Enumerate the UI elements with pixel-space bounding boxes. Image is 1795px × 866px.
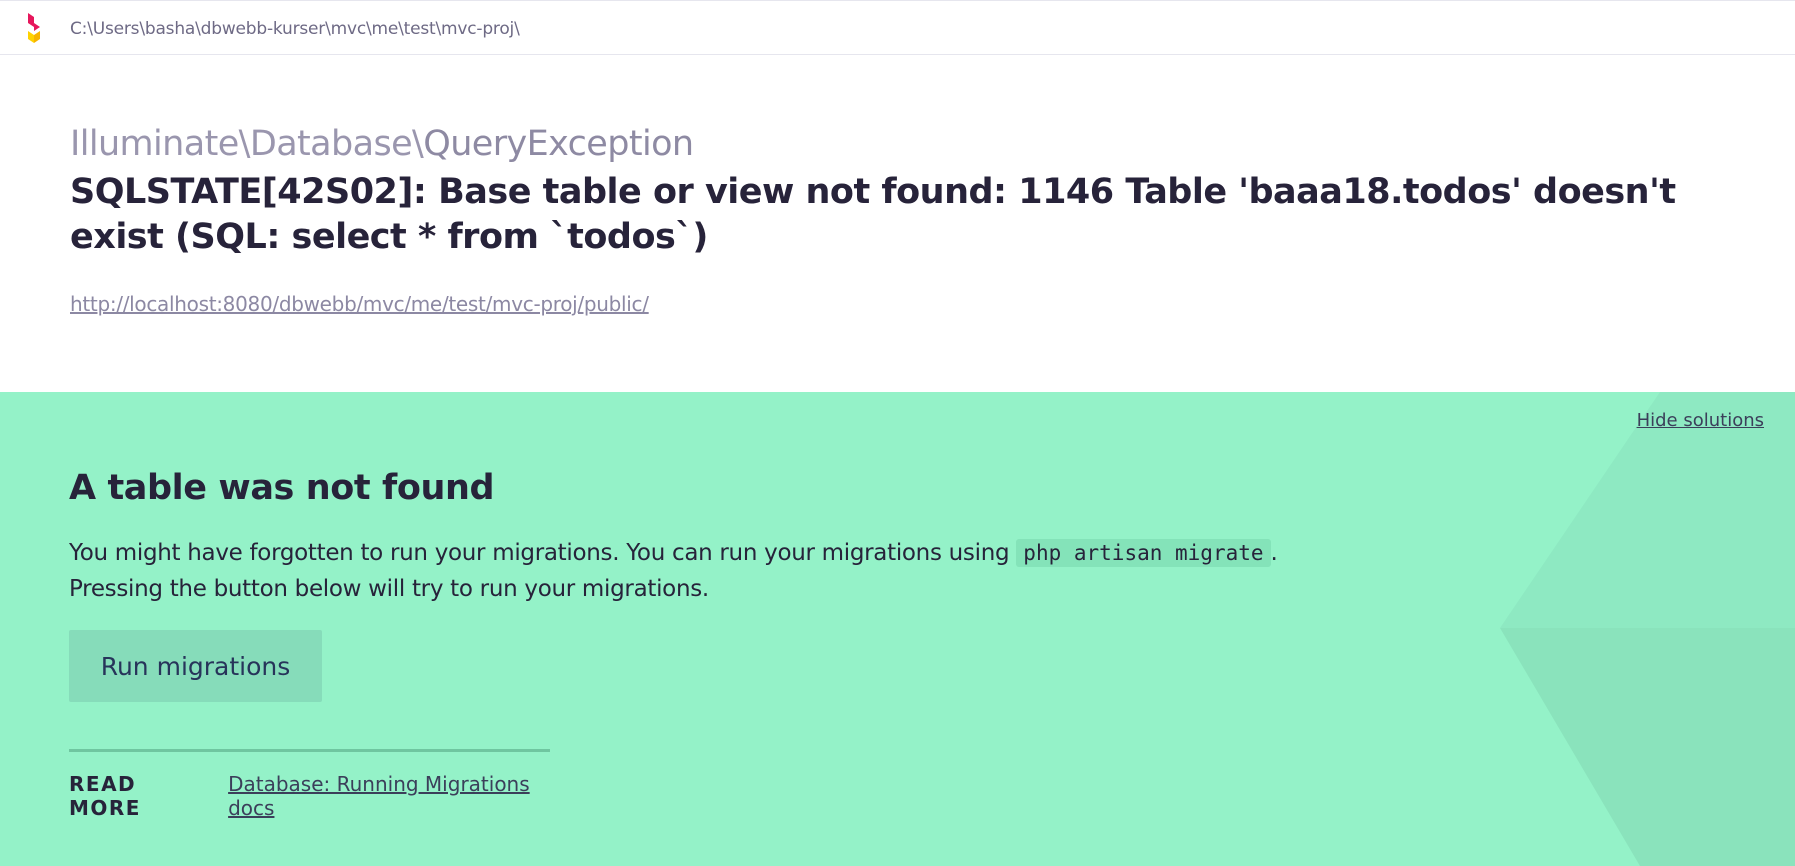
error-header: Illuminate\Database\QueryException SQLST… [70,122,1750,260]
solution-description: You might have forgotten to run your mig… [69,535,1369,607]
solution-description-text: You might have forgotten to run your mig… [69,540,1017,566]
request-url-link[interactable]: http://localhost:8080/dbwebb/mvc/me/test… [70,292,649,316]
exception-class: Illuminate\Database\QueryException [70,122,1750,166]
read-more-section: READ MORE Database: Running Migrations d… [69,749,550,820]
read-more-label: READ MORE [69,772,141,820]
solution-panel: Hide solutions A table was not found You… [0,392,1795,866]
hide-solutions-link[interactable]: Hide solutions [1637,410,1764,431]
file-path: C:\Users\basha\dbwebb-kurser\mvc\me\test… [70,19,520,39]
migrate-command: php artisan migrate [1016,539,1271,567]
top-bar: C:\Users\basha\dbwebb-kurser\mvc\me\test… [0,0,1795,55]
solution-description-line2: Pressing the button below will try to ru… [69,576,709,602]
exception-namespace: Illuminate\Database\ [70,124,424,164]
migrations-docs-link[interactable]: Database: Running Migrations docs [228,772,550,820]
solution-description-end: . [1270,540,1278,566]
exception-class-name: QueryException [423,124,694,164]
exception-message: SQLSTATE[42S02]: Base table or view not … [70,172,1676,257]
solution-title: A table was not found [69,468,495,508]
ignition-logo-icon [28,13,40,43]
run-migrations-button[interactable]: Run migrations [69,630,322,702]
